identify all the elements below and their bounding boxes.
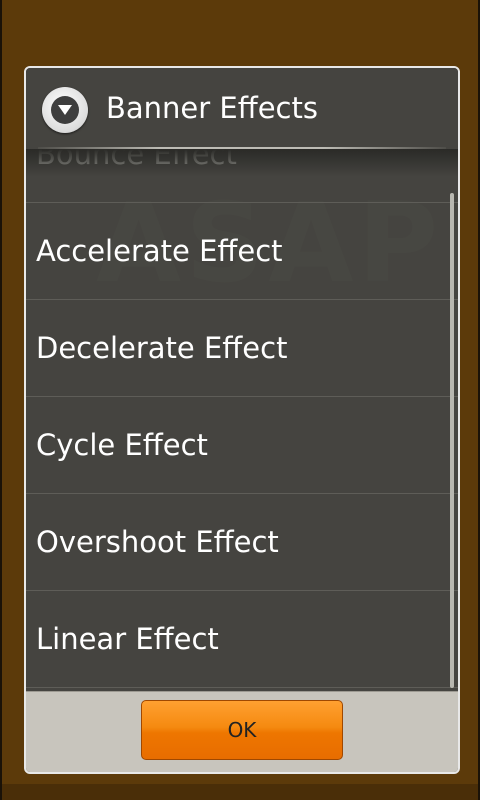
list-item-accelerate-effect[interactable]: Accelerate Effect xyxy=(26,203,458,300)
list-item-linear-effect[interactable]: Linear Effect xyxy=(26,591,458,688)
list-item-cycle-effect[interactable]: Cycle Effect xyxy=(26,397,458,494)
banner-effects-dialog: Banner Effects ASAP Bounce Effect Accele… xyxy=(24,66,460,774)
dialog-button-bar: OK xyxy=(26,691,458,772)
dropdown-circle-icon xyxy=(42,87,88,133)
dialog-title: Banner Effects xyxy=(106,91,318,125)
dialog-header: Banner Effects xyxy=(26,68,458,149)
list-item-label: Cycle Effect xyxy=(36,428,208,462)
list-item-decelerate-effect[interactable]: Decelerate Effect xyxy=(26,300,458,397)
list-item-overshoot-effect[interactable]: Overshoot Effect xyxy=(26,494,458,591)
background-strip xyxy=(2,784,478,800)
screen: Banner Effects ASAP Bounce Effect Accele… xyxy=(0,0,480,800)
list-item-label: Overshoot Effect xyxy=(36,525,279,559)
effects-list[interactable]: ASAP Bounce Effect Accelerate Effect Dec… xyxy=(26,149,458,694)
ok-button[interactable]: OK xyxy=(141,700,343,760)
list-item-bounce-effect[interactable]: Bounce Effect xyxy=(26,149,458,203)
list-item-label: Bounce Effect xyxy=(36,149,237,171)
list-scrollbar[interactable] xyxy=(450,193,454,688)
list-item-label: Decelerate Effect xyxy=(36,331,288,365)
list-item-label: Linear Effect xyxy=(36,622,219,656)
list-item-label: Accelerate Effect xyxy=(36,234,283,268)
